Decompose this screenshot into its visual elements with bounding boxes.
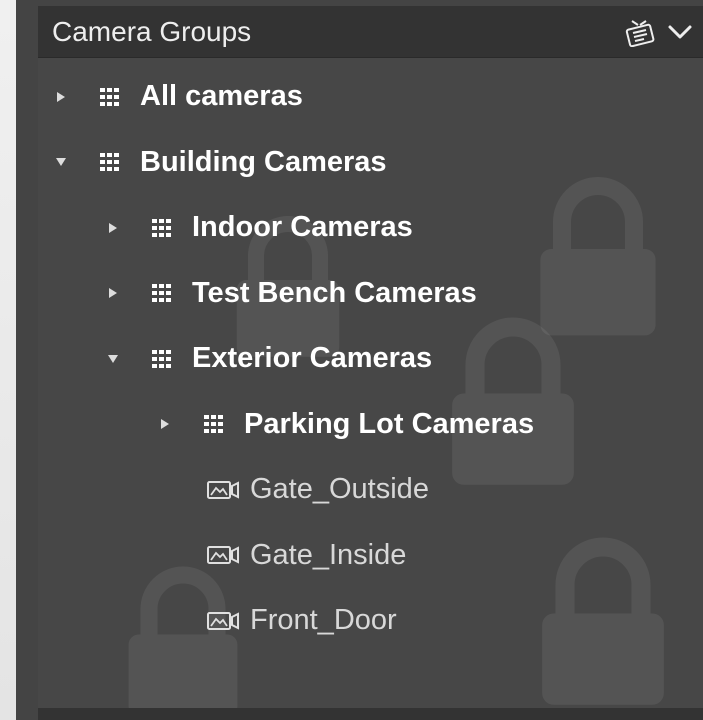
- camera-group-grid-icon: [150, 217, 174, 239]
- tree-item-indoor-cameras[interactable]: Indoor Cameras: [38, 195, 703, 261]
- camera-group-grid-icon: [150, 348, 174, 370]
- tree-item-label: Exterior Cameras: [192, 342, 433, 375]
- camera-icon: [206, 610, 242, 632]
- camera-group-grid-icon: [98, 86, 122, 108]
- tree-item-label: Building Cameras: [140, 145, 387, 178]
- panel-header: Camera Groups: [38, 6, 703, 58]
- collapse-arrow-icon[interactable]: [106, 351, 120, 367]
- tree-item-camera-gate-inside[interactable]: Gate_Inside: [38, 523, 703, 589]
- camera-groups-panel: Camera Groups All cameras Building Camer…: [16, 0, 703, 720]
- camera-group-grid-icon: [98, 151, 122, 173]
- camera-label: Gate_Inside: [250, 538, 407, 571]
- window-background: Camera Groups All cameras Building Camer…: [0, 0, 703, 720]
- expand-arrow-icon[interactable]: [106, 285, 120, 301]
- camera-icon: [206, 479, 242, 501]
- camera-tree: All cameras Building Cameras Indoor Came…: [38, 58, 703, 717]
- tree-item-building-cameras[interactable]: Building Cameras: [38, 130, 703, 196]
- tree-item-label: Indoor Cameras: [192, 211, 413, 244]
- camera-group-grid-icon: [150, 282, 174, 304]
- camera-group-grid-icon: [202, 413, 226, 435]
- tree-item-exterior-cameras[interactable]: Exterior Cameras: [38, 326, 703, 392]
- tree-item-camera-gate-outside[interactable]: Gate_Outside: [38, 457, 703, 523]
- dashboard-icon[interactable]: [623, 15, 657, 49]
- collapse-arrow-icon[interactable]: [54, 154, 68, 170]
- panel-title: Camera Groups: [52, 15, 252, 47]
- tree-item-label: Test Bench Cameras: [192, 276, 477, 309]
- expand-arrow-icon[interactable]: [54, 89, 68, 105]
- chevron-down-icon[interactable]: [663, 15, 697, 49]
- camera-label: Gate_Outside: [250, 473, 429, 506]
- tree-item-all-cameras[interactable]: All cameras: [38, 64, 703, 130]
- tree-item-test-bench-cameras[interactable]: Test Bench Cameras: [38, 261, 703, 327]
- tree-item-parking-lot-cameras[interactable]: Parking Lot Cameras: [38, 392, 703, 458]
- tree-item-label: All cameras: [140, 80, 303, 113]
- panel-footer: [38, 708, 703, 720]
- camera-icon: [206, 544, 242, 566]
- tree-item-label: Parking Lot Cameras: [244, 407, 535, 440]
- camera-label: Front_Door: [250, 604, 397, 637]
- expand-arrow-icon[interactable]: [106, 220, 120, 236]
- tree-item-camera-front-door[interactable]: Front_Door: [38, 588, 703, 654]
- expand-arrow-icon[interactable]: [158, 416, 172, 432]
